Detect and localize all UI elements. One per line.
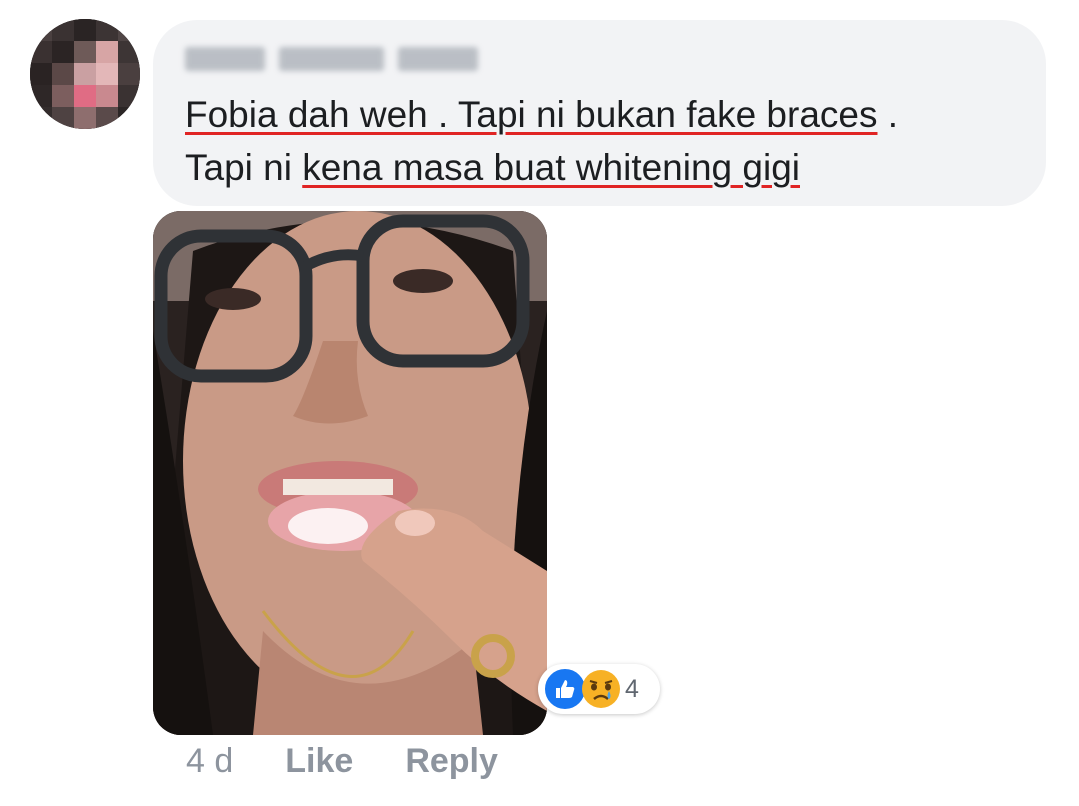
comment-text: Fobia dah weh . Tapi ni bukan fake brace… xyxy=(185,88,1025,194)
reactions-summary[interactable]: 4 xyxy=(538,664,660,714)
comment-actions: 4 d Like Reply xyxy=(186,742,550,781)
avatar[interactable] xyxy=(30,19,140,129)
comment-text-line2-underlined: kena masa buat whitening gigi xyxy=(302,147,800,188)
comment-bubble: Fobia dah weh . Tapi ni bukan fake brace… xyxy=(153,20,1046,206)
comment-text-line2-start: Tapi ni xyxy=(185,147,303,188)
sad-reaction-icon xyxy=(581,669,621,709)
like-button[interactable]: Like xyxy=(285,742,353,781)
photo-illustration xyxy=(153,211,547,735)
reaction-count: 4 xyxy=(625,674,639,703)
comment-text-line1-end: . xyxy=(877,94,899,135)
comment-timestamp[interactable]: 4 d xyxy=(186,742,233,781)
avatar-image xyxy=(30,19,140,129)
author-name-blurred[interactable] xyxy=(185,47,478,71)
reply-button[interactable]: Reply xyxy=(405,742,498,781)
attached-photo[interactable] xyxy=(153,211,547,735)
comment-text-line1-underlined: Fobia dah weh . Tapi ni bukan fake brace… xyxy=(185,94,878,135)
